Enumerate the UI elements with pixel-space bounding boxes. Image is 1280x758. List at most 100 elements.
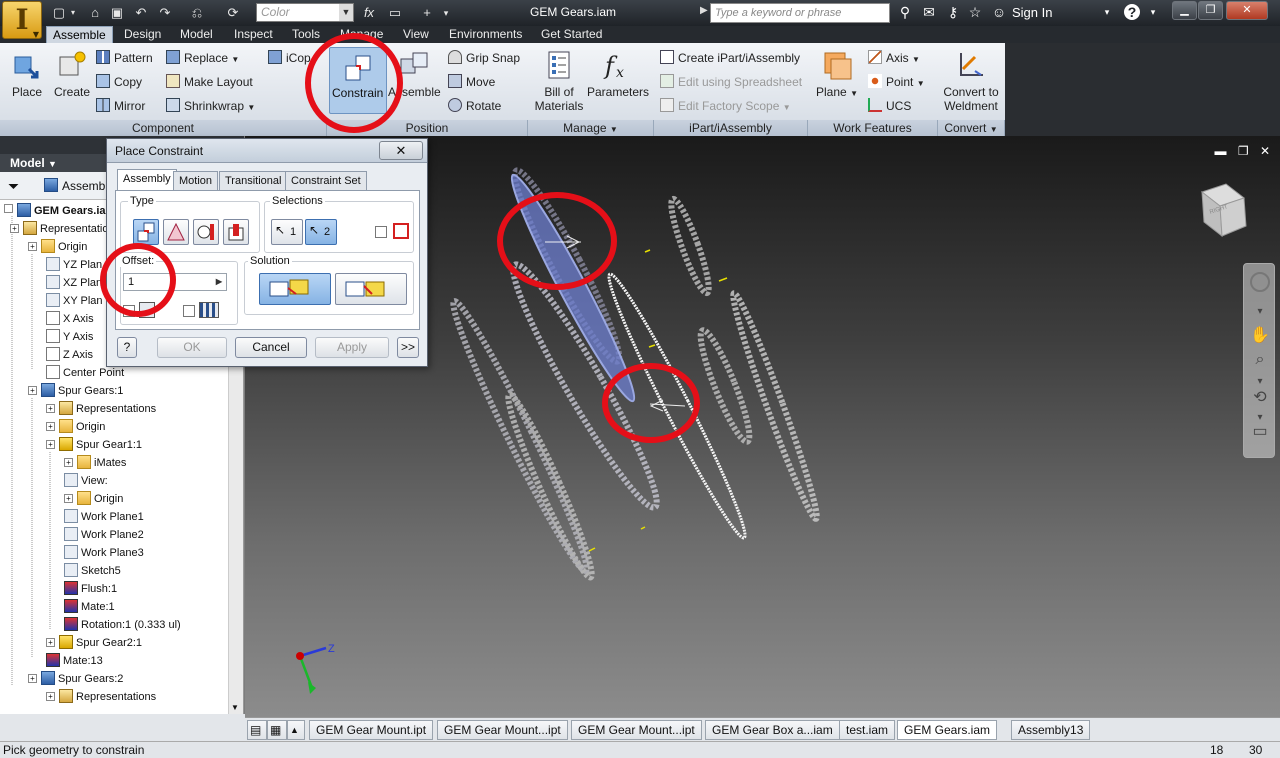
expand-toggle-icon[interactable]: + [10, 224, 19, 233]
tab-assemble[interactable]: Assemble [46, 26, 113, 43]
maximize-button[interactable]: ❐ [1198, 1, 1223, 20]
expand-toggle-icon[interactable]: + [46, 440, 55, 449]
ucs-button[interactable]: UCS [868, 98, 911, 113]
tree-item[interactable]: YZ Plan [46, 256, 102, 274]
document-tab[interactable]: GEM Gears.iam [897, 720, 998, 740]
offset-input[interactable]: 1 ▶ [123, 273, 227, 291]
tree-item[interactable]: + Origin [46, 418, 105, 436]
predict-offset-checkbox[interactable] [183, 305, 195, 317]
mate-solution-button[interactable] [259, 273, 331, 305]
look-at-icon[interactable]: ▭ [1250, 422, 1270, 442]
tree-item[interactable]: Z Axis [46, 346, 93, 364]
flush-solution-button[interactable] [335, 273, 407, 305]
tree-item[interactable]: + Origin [28, 238, 87, 256]
expand-toggle-icon[interactable]: + [46, 638, 55, 647]
favorites-star-icon[interactable]: ☆ [966, 3, 984, 21]
new-icon[interactable]: ▢ [50, 4, 68, 22]
convert-to-weldment-button[interactable]: Convert to Weldment [940, 49, 1002, 113]
update-icon[interactable]: ⟳ [222, 4, 244, 22]
measure-icon[interactable]: ▭ [384, 4, 406, 22]
point-button[interactable]: Point ▼ [868, 74, 925, 89]
make-layout-button[interactable]: Make Layout [166, 74, 253, 89]
copy-button[interactable]: Copy [96, 74, 142, 89]
tree-item[interactable]: X Axis [46, 310, 94, 328]
help-icon[interactable]: ? [1124, 4, 1140, 20]
help-button[interactable]: ? [117, 337, 137, 358]
expand-toggle-icon[interactable]: + [28, 386, 37, 395]
shrinkwrap-button[interactable]: Shrinkwrap ▼ [166, 98, 255, 113]
key-icon[interactable]: ⚷ [944, 3, 962, 21]
application-menu-button[interactable]: I ▼ [2, 1, 42, 39]
bill-of-materials-button[interactable]: Bill of Materials [532, 49, 586, 113]
tree-item[interactable]: GEM Gears.iam [4, 202, 115, 220]
tree-item[interactable]: Sketch5 [64, 562, 121, 580]
orbit-icon[interactable]: ⟲ [1250, 388, 1270, 408]
document-tab[interactable]: GEM Gear Box a...iam [705, 720, 840, 740]
edit-factory-scope-button[interactable]: Edit Factory Scope ▼ [660, 98, 791, 113]
panel-label-manage[interactable]: Manage ▼ [528, 120, 654, 136]
expand-toggle-icon[interactable] [4, 204, 13, 213]
tree-item[interactable]: View: [64, 472, 108, 490]
document-tab[interactable]: test.iam [839, 720, 896, 740]
panel-label-convert[interactable]: Convert ▼ [938, 120, 1005, 136]
minimize-button[interactable]: ▁ [1172, 1, 1197, 20]
rotate-button[interactable]: Rotate [448, 98, 501, 113]
constrain-button[interactable]: Constrain [329, 47, 387, 114]
redo-icon[interactable]: ↷ [156, 4, 174, 22]
tree-item[interactable]: Mate:1 [64, 598, 115, 616]
tree-item[interactable]: + Spur Gears:1 [28, 382, 123, 400]
pan-hand-icon[interactable]: ✋ [1250, 326, 1270, 346]
sign-in-link[interactable]: Sign In [1012, 5, 1052, 20]
create-button[interactable]: Create [52, 49, 92, 99]
assembly-view-icon[interactable] [44, 178, 58, 192]
axis-button[interactable]: Axis ▼ [868, 50, 920, 65]
tree-item[interactable]: XZ Plan [46, 274, 102, 292]
tab-tools[interactable]: Tools [292, 26, 320, 43]
tab-get-started[interactable]: Get Started [541, 26, 602, 43]
parameters-button[interactable]: fx Parameters [586, 49, 650, 99]
open-icon[interactable]: ⌂ [86, 4, 104, 22]
color-select[interactable]: Color ▼ [256, 3, 354, 22]
expand-toggle-icon[interactable]: + [64, 494, 73, 503]
ok-button[interactable]: OK [157, 337, 227, 358]
viewport-restore-icon[interactable]: ❐ [1238, 144, 1249, 158]
tab-design[interactable]: Design [124, 26, 161, 43]
save-icon[interactable]: ▣ [108, 4, 126, 22]
expand-toggle-icon[interactable]: + [46, 422, 55, 431]
customize-dropdown-icon[interactable]: ▾ [440, 4, 452, 22]
expand-toggle-icon[interactable]: + [46, 404, 55, 413]
replace-button[interactable]: Replace ▼ [166, 50, 239, 65]
assemble-button[interactable]: Assemble [388, 49, 441, 99]
angle-type-button[interactable] [163, 219, 189, 245]
tree-item[interactable]: + Spur Gear1:1 [46, 436, 142, 454]
dialog-close-button[interactable]: ✕ [379, 141, 423, 160]
tree-item[interactable]: Work Plane1 [64, 508, 144, 526]
show-preview-checkbox[interactable] [123, 305, 135, 317]
user-icon[interactable]: ☺ [990, 3, 1008, 21]
tab-manage[interactable]: Manage [340, 26, 383, 43]
viewport-minimize-icon[interactable]: ▬ [1214, 144, 1226, 158]
pattern-button[interactable]: Pattern [96, 50, 153, 65]
scroll-down-icon[interactable]: ▼ [231, 703, 239, 712]
nav-dropdown-icon[interactable]: ▾ [1250, 302, 1270, 322]
tab-motion[interactable]: Motion [173, 171, 219, 190]
tangent-type-button[interactable] [193, 219, 219, 245]
search-expand-icon[interactable]: ▶ [700, 5, 708, 16]
document-tab[interactable]: GEM Gear Mount...ipt [437, 720, 568, 740]
move-button[interactable]: Move [448, 74, 495, 89]
cancel-button[interactable]: Cancel [235, 337, 307, 358]
tree-item[interactable]: + Representations [46, 400, 156, 418]
tab-transitional[interactable]: Transitional [219, 171, 288, 190]
create-ipart-button[interactable]: Create iPart/iAssembly [660, 50, 800, 65]
tab-environments[interactable]: Environments [449, 26, 522, 43]
document-tab[interactable]: Assembly13 [1011, 720, 1091, 740]
tree-item[interactable]: + Origin [64, 490, 123, 508]
tree-item[interactable]: Work Plane2 [64, 526, 144, 544]
communication-icon[interactable]: ✉ [920, 3, 938, 21]
pick-part-first-checkbox[interactable] [375, 226, 387, 238]
selection-1-button[interactable]: ↖ 1 [271, 219, 303, 245]
add-icon[interactable]: + [418, 4, 436, 22]
tab-view[interactable]: View [403, 26, 429, 43]
tile-windows-icon[interactable]: ▤ [247, 720, 267, 740]
tab-constraint-set[interactable]: Constraint Set [285, 171, 367, 190]
